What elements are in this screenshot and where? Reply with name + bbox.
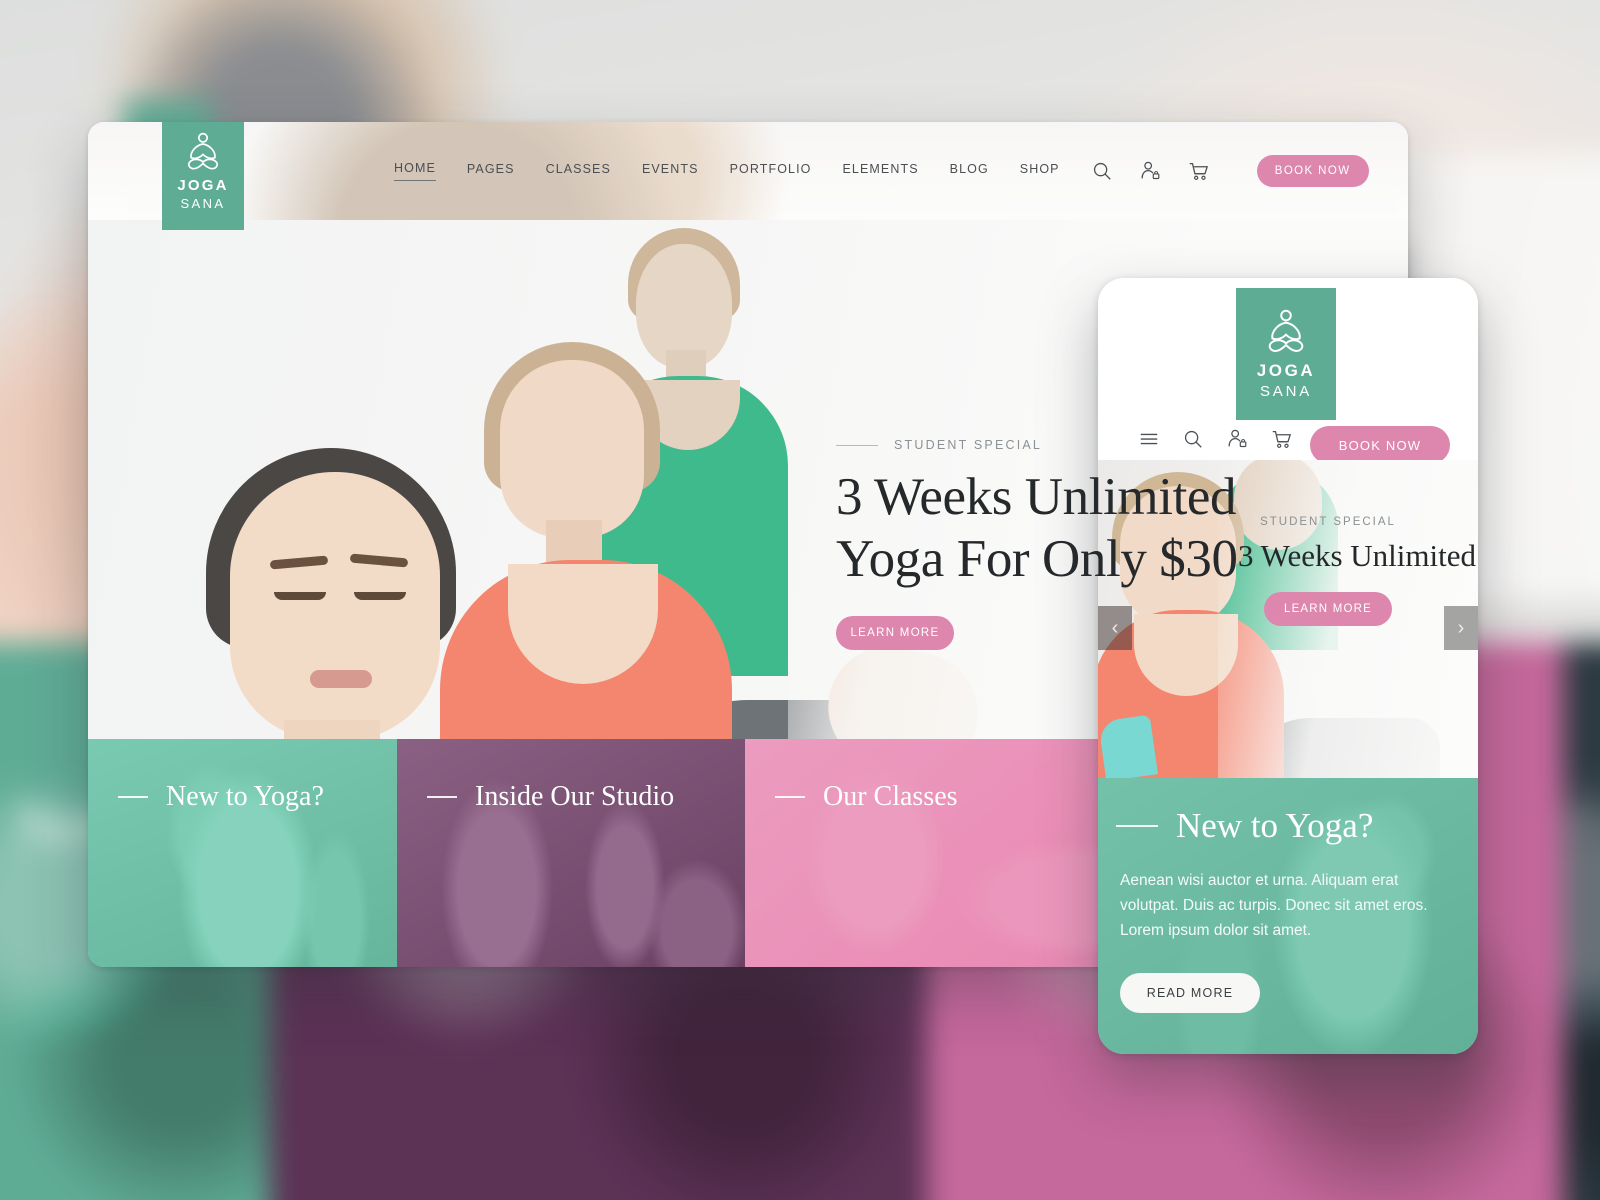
shopping-cart-icon[interactable] xyxy=(1187,160,1209,182)
mobile-feature-card-new-to-yoga[interactable]: New to Yoga? Aenean wisi auctor et urna.… xyxy=(1098,778,1478,1054)
mobile-feature-card-title: New to Yoga? xyxy=(1176,806,1374,845)
background-card: Upcoming Events xyxy=(1563,642,1600,1200)
nav-item-blog[interactable]: BLOG xyxy=(950,162,989,181)
mobile-hero-title: 3 Weeks Unlimited xyxy=(1237,538,1476,573)
main-navigation: HOME PAGES CLASSES EVENTS PORTFOLIO ELEM… xyxy=(394,161,1060,181)
hero-eyebrow-dash xyxy=(836,444,878,446)
mobile-logo-text-primary: JOGA xyxy=(1256,361,1316,380)
read-more-button[interactable]: READ MORE xyxy=(1120,973,1260,1014)
mobile-learn-more-button[interactable]: LEARN MORE xyxy=(1264,592,1392,626)
feature-card-heading: Our Classes xyxy=(775,781,958,813)
mobile-logo[interactable]: JOGA SANA xyxy=(1236,288,1336,420)
user-account-icon[interactable] xyxy=(1139,160,1161,182)
feature-card-dash xyxy=(775,796,805,798)
learn-more-button[interactable]: LEARN MORE xyxy=(836,616,954,650)
mobile-header: JOGA SANA BOOK NOW xyxy=(1098,278,1478,464)
feature-card-new-to-yoga[interactable]: New to Yoga? xyxy=(88,739,397,967)
lotus-meditation-figure-icon xyxy=(1268,309,1304,352)
feature-card-title: Inside Our Studio xyxy=(475,781,675,812)
nav-item-home[interactable]: HOME xyxy=(394,161,436,181)
header-tools: BOOK NOW xyxy=(1091,155,1369,187)
feature-card-photo xyxy=(397,739,745,967)
nav-item-elements[interactable]: ELEMENTS xyxy=(842,162,918,181)
person-front-neck xyxy=(284,720,380,739)
slider-next-arrow-icon[interactable]: › xyxy=(1444,606,1478,650)
person-front-eye-right xyxy=(354,592,406,600)
feature-card-dash xyxy=(427,796,457,798)
feature-card-title: New to Yoga? xyxy=(166,781,324,812)
feature-card-photo xyxy=(88,739,397,967)
mobile-feature-card-dash xyxy=(1116,825,1158,827)
person-mid-head xyxy=(500,360,644,538)
nav-item-pages[interactable]: PAGES xyxy=(467,162,515,181)
mobile-hero-eyebrow: STUDENT SPECIAL xyxy=(1260,516,1396,528)
person-front-lips xyxy=(310,670,372,688)
mobile-mockup: JOGA SANA BOOK NOW STUDENT SPECIAL 3 Wee… xyxy=(1098,278,1478,1054)
hero-eyebrow-label: STUDENT SPECIAL xyxy=(894,438,1043,452)
book-now-button[interactable]: BOOK NOW xyxy=(1256,155,1369,187)
nav-item-events[interactable]: EVENTS xyxy=(642,162,699,181)
slider-prev-arrow-icon[interactable]: ‹ xyxy=(1098,606,1132,650)
mobile-logo-text-secondary: SANA xyxy=(1259,383,1313,400)
nav-item-portfolio[interactable]: PORTFOLIO xyxy=(730,162,812,181)
feature-card-inside-our-studio[interactable]: Inside Our Studio xyxy=(397,739,745,967)
nav-item-shop[interactable]: SHOP xyxy=(1020,162,1060,181)
mobile-hero-content: STUDENT SPECIAL 3 Weeks Unlimited LEARN … xyxy=(1178,516,1478,626)
background-card-texture xyxy=(1563,642,1600,1200)
mobile-feature-card-heading: New to Yoga? xyxy=(1116,806,1454,846)
search-icon[interactable] xyxy=(1091,160,1113,182)
mobile-person-front-strap xyxy=(1098,714,1158,778)
feature-card-dash xyxy=(118,796,148,798)
mobile-feature-card-content: New to Yoga? Aenean wisi auctor et urna.… xyxy=(1098,778,1478,1014)
feature-card-title: Our Classes xyxy=(823,781,958,812)
logo-text-secondary: SANA xyxy=(180,196,226,211)
person-front-head xyxy=(230,472,440,739)
mobile-feature-card-body: Aenean wisi auctor et urna. Aliquam erat… xyxy=(1120,872,1428,940)
logo-text-primary: JOGA xyxy=(177,177,229,194)
person-front-eye-left xyxy=(274,592,326,600)
hero-eyebrow: STUDENT SPECIAL xyxy=(836,438,1396,452)
lotus-meditation-figure-icon xyxy=(187,132,219,170)
logo[interactable]: JOGA SANA xyxy=(162,122,244,230)
feature-card-heading: New to Yoga? xyxy=(118,781,324,813)
background-card-dash xyxy=(1563,819,1600,822)
feature-card-heading: Inside Our Studio xyxy=(427,781,674,813)
desktop-header: JOGA SANA HOME PAGES CLASSES EVENTS PORT… xyxy=(88,122,1408,230)
nav-item-classes[interactable]: CLASSES xyxy=(546,162,611,181)
